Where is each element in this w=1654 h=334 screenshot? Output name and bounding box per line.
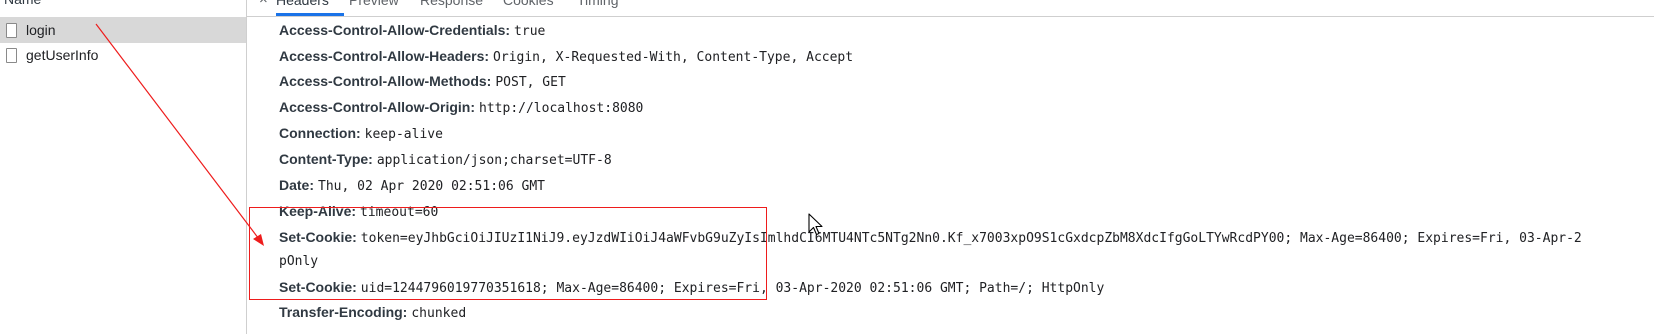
name-column-header[interactable]: Name [0, 0, 250, 14]
header-row: Access-Control-Allow-Credentials: true [279, 20, 545, 40]
header-row: Access-Control-Allow-Methods: POST, GET [279, 71, 566, 91]
header-row: Access-Control-Allow-Headers: Origin, X-R… [279, 46, 853, 66]
header-value: keep-alive [364, 127, 443, 142]
header-name: Content-Type: [279, 151, 373, 167]
header-name: Connection: [279, 125, 361, 141]
devtools-network-panel: Name login getUserInfo × Headers Preview… [0, 0, 1654, 334]
header-value: http://localhost:8080 [479, 101, 644, 116]
header-row: Date: Thu, 02 Apr 2020 02:51:06 GMT [279, 175, 545, 195]
header-row: Content-Type: application/json;charset=UT… [279, 149, 612, 169]
mouse-cursor-icon [808, 213, 823, 236]
header-row: Access-Control-Allow-Origin: http://local… [279, 97, 643, 117]
details-tabbar: × Headers Preview Response Cookies Timin… [247, 0, 1654, 17]
active-tab-indicator [276, 13, 344, 16]
request-item-getuserinfo[interactable]: getUserInfo [0, 42, 246, 68]
header-value: application/json;charset=UTF-8 [376, 153, 612, 168]
file-icon [6, 22, 17, 38]
tab-response[interactable]: Response [420, 0, 483, 9]
tab-headers[interactable]: Headers [276, 0, 329, 9]
header-name: Access-Control-Allow-Methods: [279, 73, 492, 89]
header-row: Connection: keep-alive [279, 123, 443, 143]
request-item-label: login [26, 22, 56, 38]
request-item-login[interactable]: login [0, 17, 246, 43]
annotation-highlight-box [249, 207, 767, 300]
header-value: Origin, X-Requested-With, Content-Type, … [493, 50, 854, 65]
header-value: Thu, 02 Apr 2020 02:51:06 GMT [318, 179, 545, 194]
tab-cookies[interactable]: Cookies [503, 0, 554, 9]
header-name: Access-Control-Allow-Origin: [279, 99, 476, 115]
header-value: chunked [411, 306, 467, 321]
header-name: Access-Control-Allow-Headers: [279, 48, 490, 64]
request-item-label: getUserInfo [26, 47, 99, 63]
header-value: POST, GET [495, 75, 566, 90]
tab-timing[interactable]: Timing [577, 0, 619, 9]
request-list: Name login getUserInfo [0, 0, 247, 334]
header-name: Date: [279, 177, 315, 193]
header-name: Transfer-Encoding: [279, 304, 408, 320]
header-row: Transfer-Encoding: chunked [279, 302, 466, 322]
tab-preview[interactable]: Preview [349, 0, 399, 9]
close-icon[interactable]: × [259, 0, 268, 9]
header-value: true [514, 24, 546, 39]
file-icon [6, 47, 17, 63]
header-name: Access-Control-Allow-Credentials: [279, 22, 511, 38]
